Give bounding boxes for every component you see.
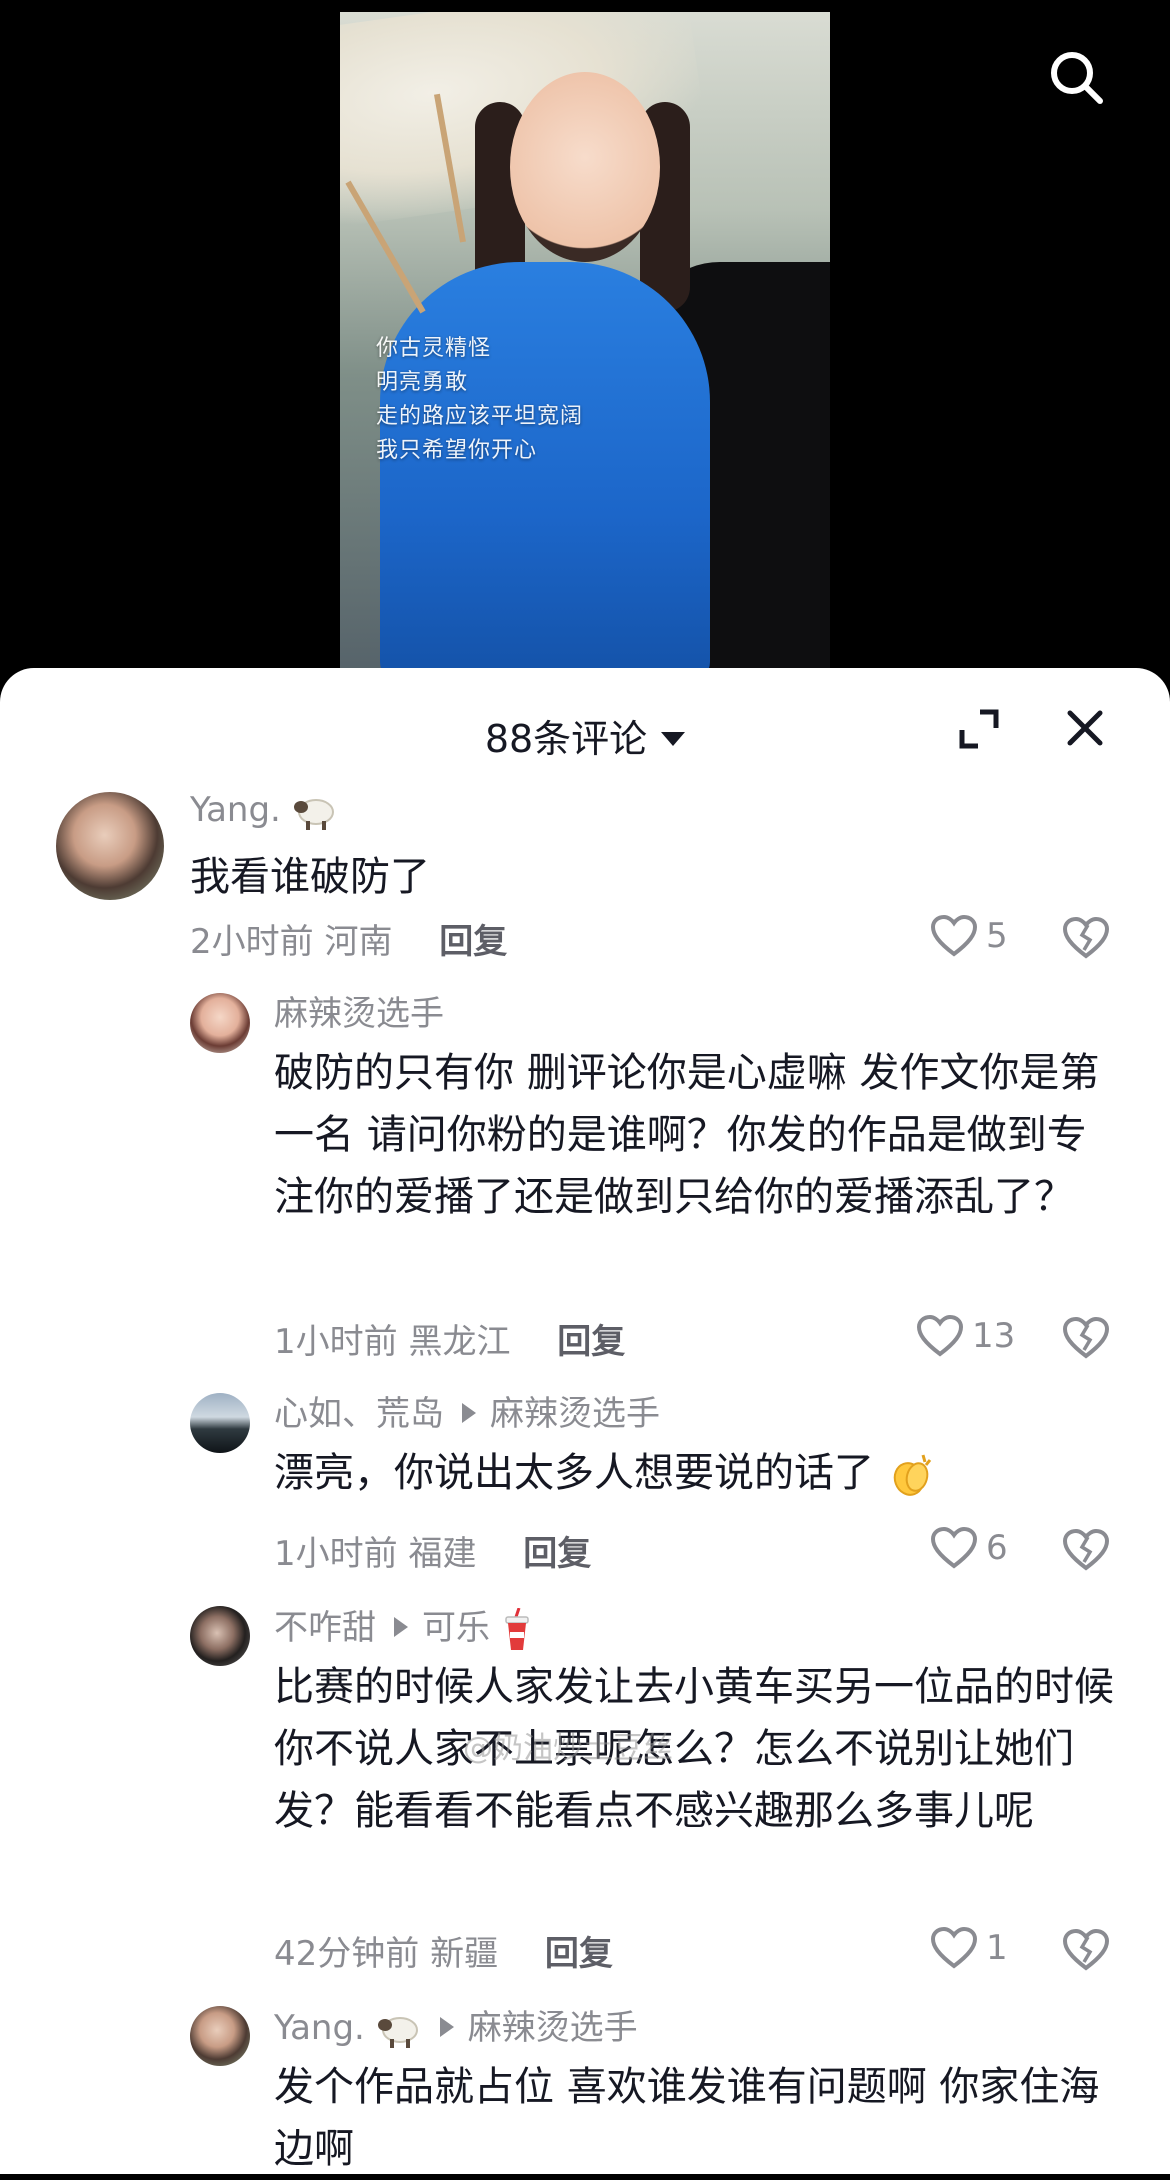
- reply-button[interactable]: 回复: [439, 922, 507, 962]
- comments-header: 88条评论: [0, 668, 1170, 788]
- heart-icon: [930, 1526, 978, 1569]
- heart-icon: [930, 1926, 978, 1969]
- comment-username[interactable]: 麻辣烫选手: [274, 986, 444, 1035]
- comment-meta: 2小时前 河南 回复: [190, 914, 507, 963]
- comment-meta: 1小时前 福建 回复: [274, 1526, 591, 1575]
- username-text: 心如、荒岛: [274, 1394, 444, 1434]
- heart-icon: [930, 914, 978, 957]
- comment-text: 比赛的时候人家发让去小黄车买另一位品的时候你不说人家不上票呢怎么？怎么不说别让她…: [274, 1664, 1114, 1834]
- like-button[interactable]: 5: [930, 914, 1008, 958]
- comments-sheet: 88条评论 Yang. 我看谁破防了 2小时前 河南 回复 5 麻辣烫选手 破防…: [0, 668, 1170, 2174]
- username-text: Yang.: [274, 2008, 365, 2048]
- cola-cup-emoji-icon: [505, 1607, 529, 1650]
- comment-location: 河南: [324, 922, 393, 962]
- avatar[interactable]: [190, 1606, 250, 1666]
- caption-line: 我只希望你开心: [376, 438, 538, 463]
- comment-count-title: 88条评论: [484, 717, 648, 761]
- video-caption: 你古灵精怪 明亮勇敢 走的路应该平坦宽阔 我只希望你开心: [376, 332, 583, 468]
- reply-arrow-icon: [394, 1616, 408, 1637]
- like-button[interactable]: 6: [930, 1526, 1008, 1570]
- comment-time: 1小时前: [274, 1322, 398, 1362]
- close-icon[interactable]: [1065, 708, 1105, 748]
- comment-username[interactable]: 不咋甜 可乐: [274, 1600, 533, 1652]
- heart-icon: [916, 1314, 964, 1357]
- like-button[interactable]: 13: [916, 1314, 1015, 1358]
- username-text: 不咋甜: [274, 1608, 376, 1648]
- like-button[interactable]: 1: [930, 1926, 1008, 1970]
- caption-line: 你古灵精怪: [376, 336, 492, 361]
- comment-username[interactable]: Yang. 麻辣烫选手: [274, 2000, 638, 2050]
- reply-button[interactable]: 回复: [523, 1534, 591, 1574]
- sheep-emoji-icon: [377, 2016, 418, 2048]
- username-text: Yang.: [190, 790, 281, 830]
- reply-to-username[interactable]: 麻辣烫选手: [468, 2008, 638, 2048]
- dislike-heart-icon[interactable]: [1062, 916, 1110, 960]
- reply-to-username[interactable]: 麻辣烫选手: [490, 1394, 660, 1434]
- dislike-heart-icon[interactable]: [1062, 1528, 1110, 1572]
- comment-location: 新疆: [430, 1934, 499, 1974]
- like-count: 13: [972, 1316, 1016, 1356]
- comment-location: 黑龙江: [408, 1322, 511, 1362]
- reply-to-username[interactable]: 可乐: [422, 1608, 490, 1648]
- avatar[interactable]: [56, 792, 164, 900]
- reply-button[interactable]: 回复: [557, 1322, 625, 1362]
- like-count: 1: [986, 1928, 1008, 1968]
- comment-meta: 1小时前 黑龙江 回复: [274, 1314, 625, 1363]
- sheep-emoji-icon: [293, 798, 334, 830]
- comment-text: 我看谁破防了: [190, 854, 430, 900]
- comment-location: 福建: [408, 1534, 477, 1574]
- caption-line: 明亮勇敢: [376, 370, 469, 395]
- comment-time: 42分钟前: [274, 1934, 420, 1974]
- like-count: 5: [986, 916, 1008, 956]
- comment-text: 发个作品就占位 喜欢谁发谁有问题啊 你家住海边啊: [274, 2064, 1100, 2172]
- chevron-down-icon: [661, 731, 686, 746]
- like-count: 6: [986, 1528, 1008, 1568]
- expand-icon[interactable]: [958, 708, 1000, 750]
- video-frame[interactable]: 你古灵精怪 明亮勇敢 走的路应该平坦宽阔 我只希望你开心: [340, 12, 830, 672]
- comment-text-body: 漂亮，你说出太多人想要说的话了: [274, 1450, 874, 1496]
- comment-time: 1小时前: [274, 1534, 398, 1574]
- avatar[interactable]: [190, 993, 250, 1053]
- dislike-heart-icon[interactable]: [1062, 1928, 1110, 1972]
- video-player[interactable]: 你古灵精怪 明亮勇敢 走的路应该平坦宽阔 我只希望你开心: [0, 0, 1170, 700]
- search-icon[interactable]: [1046, 47, 1106, 107]
- comment-username[interactable]: Yang.: [190, 790, 338, 832]
- clapping-hands-emoji-icon: [893, 1454, 931, 1496]
- comment-time: 2小时前: [190, 922, 314, 962]
- reply-arrow-icon: [439, 2016, 454, 2037]
- comment-meta: 42分钟前 新疆 回复: [274, 1926, 613, 1975]
- comment-text: 破防的只有你 删评论你是心虚嘛 发作文你是第一名 请问你粉的是谁啊？你发的作品是…: [274, 1050, 1100, 1220]
- reply-button[interactable]: 回复: [545, 1934, 613, 1974]
- comment-text: 漂亮，你说出太多人想要说的话了: [274, 1442, 1114, 1504]
- avatar[interactable]: [190, 1393, 250, 1453]
- dislike-heart-icon[interactable]: [1062, 1316, 1110, 1360]
- caption-line: 走的路应该平坦宽阔: [376, 404, 584, 429]
- reply-arrow-icon: [462, 1402, 476, 1423]
- video-girl-face: [510, 72, 660, 262]
- comment-username[interactable]: 心如、荒岛 麻辣烫选手: [274, 1386, 660, 1435]
- avatar[interactable]: [190, 2006, 250, 2066]
